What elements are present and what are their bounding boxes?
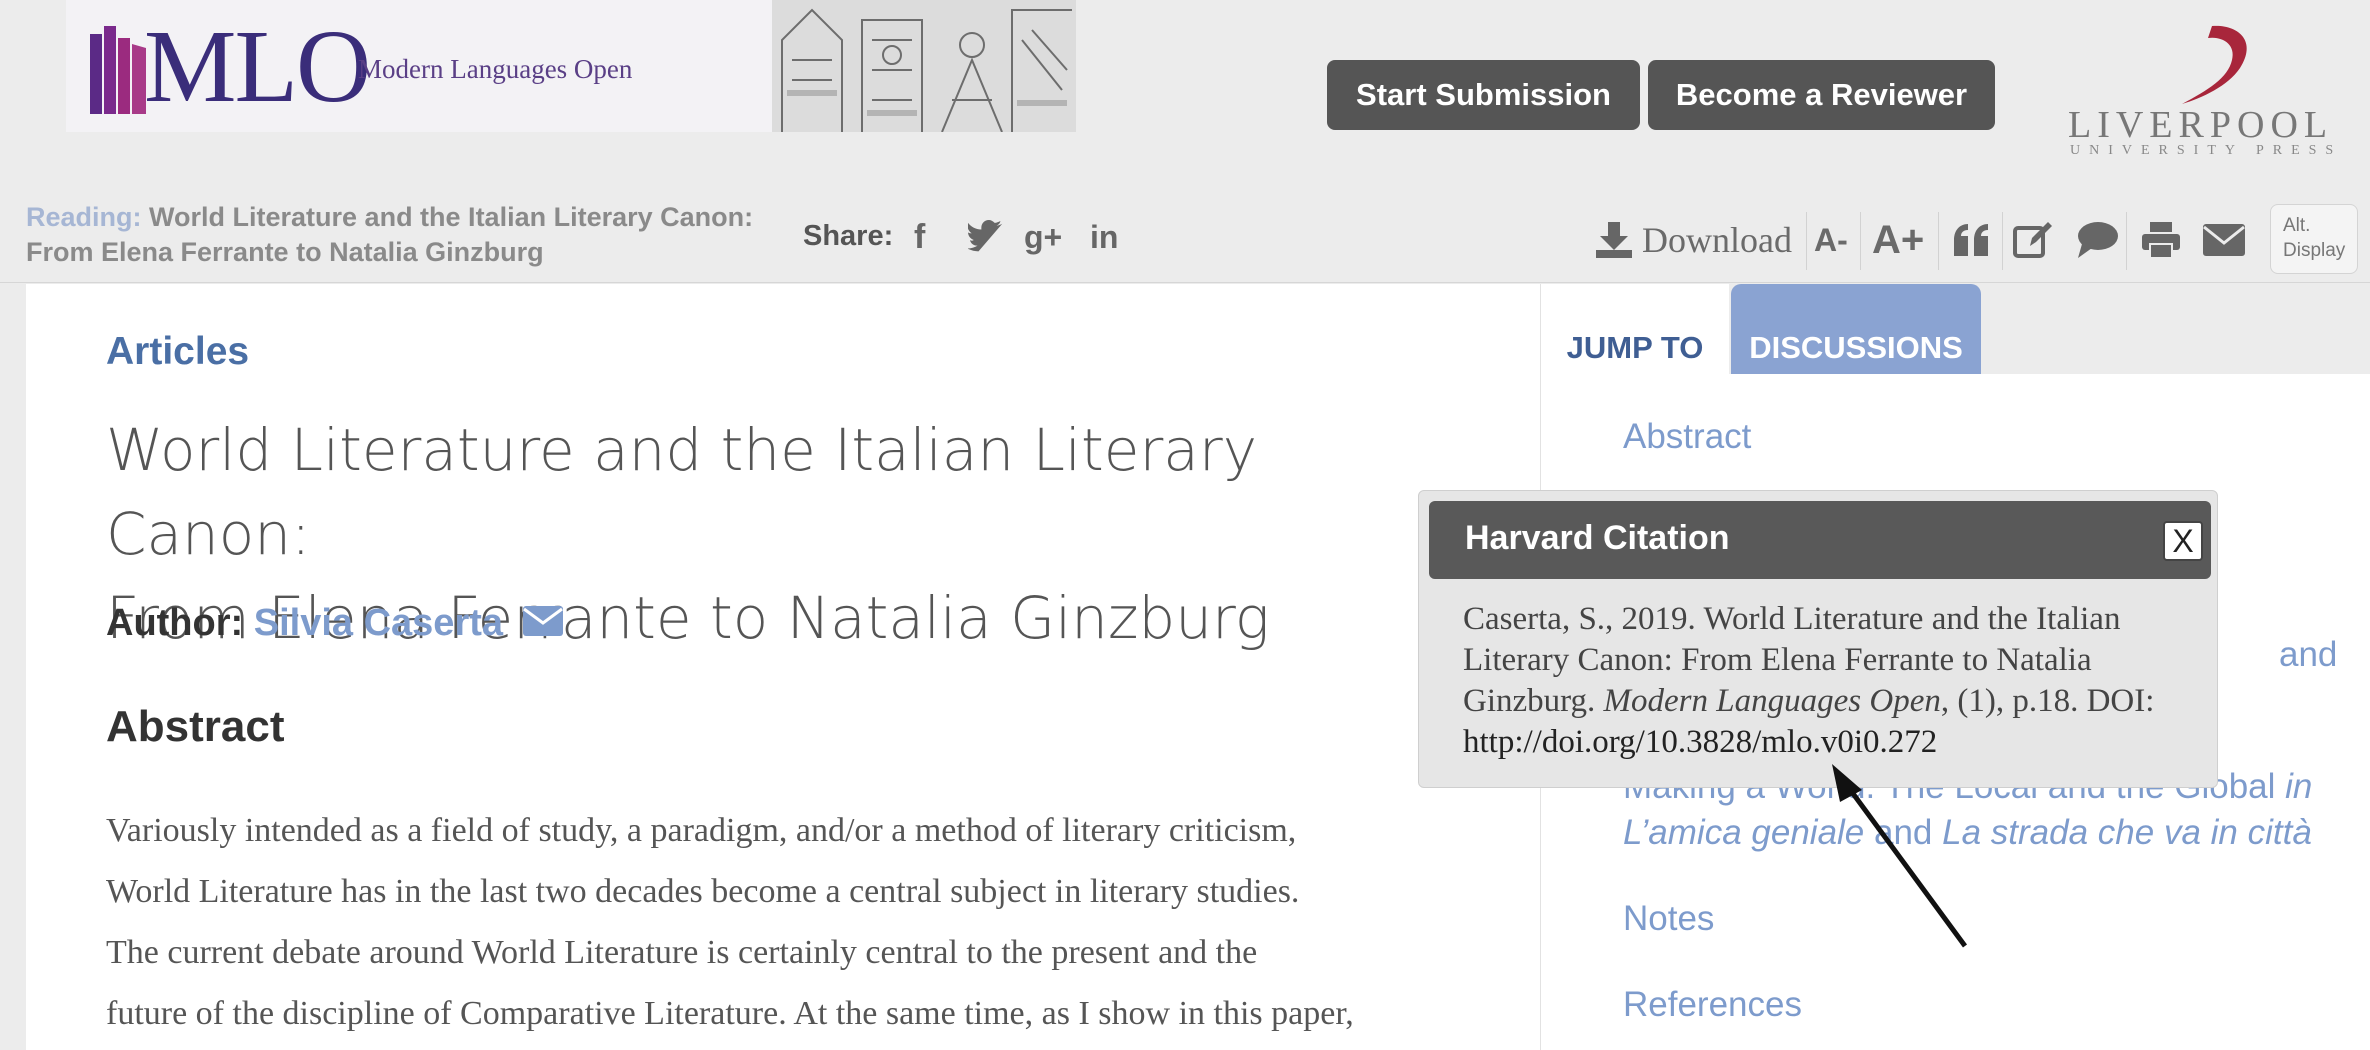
sidebar-tabs: JUMP TO DISCUSSIONS bbox=[1541, 284, 2370, 374]
toc-references[interactable]: References bbox=[1623, 982, 1802, 1028]
print-icon bbox=[2142, 222, 2180, 259]
citation-popup-title: Harvard Citation bbox=[1465, 519, 1730, 557]
journal-banner[interactable]: MLO Modern Languages Open bbox=[66, 0, 1076, 132]
comment-button[interactable] bbox=[2076, 214, 2120, 266]
engraving-artwork bbox=[772, 0, 1076, 132]
linkedin-icon[interactable]: in bbox=[1090, 214, 1118, 260]
alt-display-line2: Display bbox=[2283, 240, 2346, 261]
site-header: MLO Modern Languages Open Start Submissi… bbox=[0, 0, 2370, 190]
reading-breadcrumb: Reading: World Literature and the Italia… bbox=[26, 200, 786, 270]
facebook-icon[interactable]: f bbox=[914, 214, 925, 260]
toc-text: L’amica geniale bbox=[1623, 813, 1865, 852]
comment-icon bbox=[2078, 222, 2118, 258]
article-main: Articles World Literature and the Italia… bbox=[26, 284, 1540, 1050]
publisher-subtitle: UNIVERSITY PRESS bbox=[2070, 143, 2343, 158]
toc-text: and bbox=[1864, 813, 1943, 852]
google-plus-icon[interactable]: g+ bbox=[1024, 214, 1062, 260]
abstract-line: World Literature has in the last two dec… bbox=[106, 873, 1300, 910]
citation-journal: Modern Languages Open bbox=[1603, 683, 1941, 719]
font-increase-button[interactable]: A+ bbox=[1872, 214, 1924, 266]
author-name-link[interactable]: Silvia Caserta bbox=[254, 602, 503, 644]
toc-making-line: L’amica geniale and La strada che va in … bbox=[1623, 810, 2312, 856]
section-tag[interactable]: Articles bbox=[106, 330, 249, 374]
citation-popup: Harvard Citation X Caserta, S., 2019. Wo… bbox=[1418, 490, 2218, 788]
toolbar-divider bbox=[1806, 212, 1807, 270]
email-button[interactable] bbox=[2202, 214, 2246, 266]
cite-button[interactable] bbox=[1952, 214, 1992, 266]
citation-doi-link[interactable]: http://doi.org/10.3828/mlo.v0i0.272 bbox=[1463, 724, 1937, 760]
publisher-name: LIVERPOOL bbox=[2068, 104, 2334, 146]
article-title-line: World Literature and the Italian Literar… bbox=[106, 416, 1258, 568]
alt-display-button[interactable]: Alt. Display bbox=[2270, 204, 2358, 274]
abstract-line: The current debate around World Literatu… bbox=[106, 934, 1258, 971]
toolbar-divider bbox=[2002, 212, 2003, 270]
download-label: Download bbox=[1642, 220, 1792, 260]
books-logo-icon bbox=[90, 26, 146, 114]
toolbar-divider bbox=[2126, 212, 2127, 270]
share-label: Share: bbox=[803, 220, 894, 252]
quote-icon bbox=[1954, 224, 1988, 256]
download-icon bbox=[1596, 222, 1632, 258]
toc-text: in bbox=[2285, 767, 2313, 806]
author-label: Author: bbox=[106, 602, 244, 644]
email-icon bbox=[2203, 224, 2245, 256]
download-button[interactable]: Download bbox=[1594, 214, 1792, 266]
abstract-line: Variously intended as a field of study, … bbox=[106, 812, 1297, 849]
reading-label: Reading: bbox=[26, 202, 142, 232]
tab-discussions[interactable]: DISCUSSIONS bbox=[1731, 284, 1981, 374]
abstract-heading: Abstract bbox=[106, 702, 285, 751]
print-button[interactable] bbox=[2140, 214, 2182, 266]
citation-text-part: , (1), p.18. DOI: bbox=[1940, 683, 2155, 719]
reading-toolbar: Reading: World Literature and the Italia… bbox=[0, 190, 2370, 283]
annotate-button[interactable] bbox=[2012, 214, 2054, 266]
toolbar-divider bbox=[1860, 212, 1861, 270]
toolbar-divider bbox=[1938, 212, 1939, 270]
journal-logo-subtitle: Modern Languages Open bbox=[358, 54, 633, 84]
abstract-body: Variously intended as a field of study, … bbox=[106, 800, 1506, 1044]
become-reviewer-button[interactable]: Become a Reviewer bbox=[1648, 60, 1995, 130]
toc-notes[interactable]: Notes bbox=[1623, 896, 1714, 942]
start-submission-button[interactable]: Start Submission bbox=[1327, 60, 1640, 130]
toc-text: La strada che va in città bbox=[1942, 813, 2312, 852]
font-decrease-button[interactable]: A- bbox=[1814, 214, 1848, 266]
toc-abstract[interactable]: Abstract bbox=[1623, 414, 1751, 460]
twitter-icon[interactable] bbox=[968, 214, 1004, 260]
annotate-icon bbox=[2013, 222, 2052, 258]
journal-logo-text: MLO bbox=[144, 9, 371, 124]
citation-popup-header: Harvard Citation X bbox=[1429, 501, 2211, 579]
abstract-line: future of the discipline of Comparative … bbox=[106, 995, 1354, 1032]
tab-jump-to[interactable]: JUMP TO bbox=[1541, 284, 1729, 374]
author-line: Author: Silvia Caserta bbox=[106, 602, 564, 645]
citation-text[interactable]: Caserta, S., 2019. World Literature and … bbox=[1463, 599, 2193, 763]
toc-partial-item[interactable]: and bbox=[2279, 632, 2337, 678]
author-email-icon[interactable] bbox=[522, 605, 564, 637]
close-button[interactable]: X bbox=[2163, 521, 2203, 561]
alt-display-line1: Alt. bbox=[2283, 215, 2311, 236]
